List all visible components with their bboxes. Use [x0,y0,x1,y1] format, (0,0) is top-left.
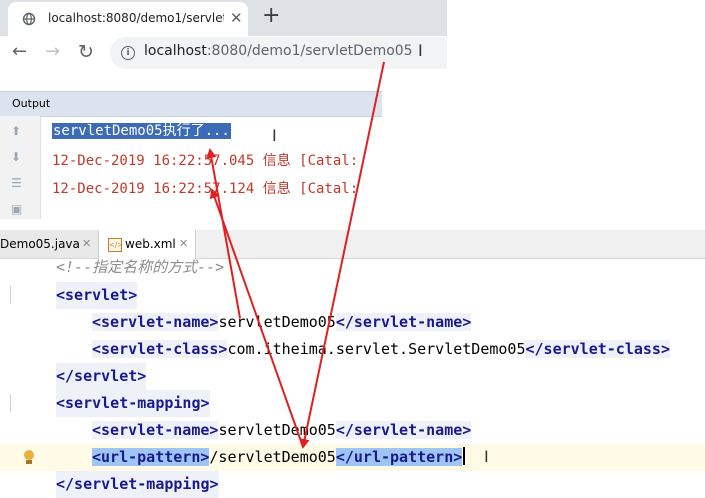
output-header: Output [0,91,382,117]
globe-icon [22,12,36,26]
code-line[interactable]: <servlet-class>com.itheima.servlet.Servl… [0,336,705,363]
text-cursor-icon: I [484,447,489,466]
reload-icon[interactable]: ↻ [78,42,94,62]
xml-tag: </servlet-name> [335,313,472,331]
output-panel: Output ⬆ ⬇ ☰ ▣ servletDemo05执行了... 12-De… [0,91,382,219]
xml-tag: </servlet> [56,363,147,390]
xml-tag: <url-pattern> [92,448,210,466]
new-tab-button[interactable]: + [262,5,280,27]
output-line-selected: servletDemo05执行了... [52,123,231,139]
xml-tag: <servlet-mapping> [56,390,210,417]
fold-marker[interactable] [10,394,19,412]
scroll-to-end-icon[interactable]: ▣ [11,202,22,216]
code-line[interactable]: <servlet-mapping> [0,390,705,417]
text-cursor-icon: I [272,126,277,145]
lightbulb-icon[interactable] [24,450,34,460]
address-bar[interactable]: i localhost:8080/demo1/servletDemo05 [110,37,447,69]
code-line[interactable]: <servlet-name>servletDemo05</servlet-nam… [0,417,705,444]
url-host: localhost [144,43,207,59]
xml-text: servletDemo05 [218,313,336,331]
xml-tag: </servlet-mapping> [56,471,219,498]
xml-comment: <!--指定名称的方式--> [56,258,225,276]
code-line[interactable]: <servlet-name>servletDemo05</servlet-nam… [0,309,705,336]
browser-tab-bar: localhost:8080/demo1/servletI ✕ + [0,0,447,36]
xml-tag: </url-pattern> [335,448,463,466]
output-title: Output [12,97,51,110]
soft-wrap-icon[interactable]: ☰ [11,176,22,190]
url-text[interactable]: localhost:8080/demo1/servletDemo05 [144,43,413,59]
xml-tag: <servlet-name> [92,313,219,331]
back-arrow-icon[interactable]: ← [12,42,27,62]
xml-tag: <servlet-name> [92,421,219,439]
code-line[interactable]: <servlet> [0,282,705,309]
output-line: 12-Dec-2019 16:22:57.045 信息 [Catal: [52,153,359,169]
browser-toolbar: ← → ↻ i localhost:8080/demo1/servletDemo… [0,36,447,72]
xml-tag: <servlet> [56,282,138,309]
xml-text: servletDemo05 [218,421,336,439]
xml-text: com.itheima.servlet.ServletDemo05 [227,340,526,358]
text-caret [463,447,466,465]
url-path: :8080/demo1/servletDemo05 [206,43,413,59]
text-cursor-icon: I [418,41,423,60]
info-icon[interactable]: i [121,46,135,60]
code-line[interactable]: <!--指定名称的方式--> [0,254,705,281]
lightbulb-base [26,460,32,464]
browser-window: localhost:8080/demo1/servletI ✕ + ← → ↻ … [0,0,447,72]
output-line: 12-Dec-2019 16:22:57.124 信息 [Catal: [52,181,359,197]
code-line[interactable]: </servlet> [0,363,705,390]
xml-file-icon: </> [108,238,123,252]
xml-tag: </servlet-name> [335,421,472,439]
xml-tag: <servlet-class> [92,340,228,358]
close-icon[interactable]: ✕ [230,10,243,26]
forward-arrow-icon[interactable]: → [45,42,60,62]
xml-tag: </servlet-class> [525,340,670,358]
code-line[interactable]: </servlet-mapping> [0,471,705,498]
xml-text: /servletDemo05 [209,448,336,466]
code-line-current[interactable]: <url-pattern>/servletDemo05</url-pattern… [0,444,705,471]
scroll-down-icon[interactable]: ⬇ [11,150,21,164]
browser-tab[interactable]: localhost:8080/demo1/servletI ✕ [8,2,248,36]
browser-tab-title: localhost:8080/demo1/servletI [48,11,224,25]
scroll-up-icon[interactable]: ⬆ [11,124,21,138]
output-line: servletDemo05执行了... [52,121,231,141]
fold-marker[interactable] [10,286,19,304]
output-toolbar: ⬆ ⬇ ☰ ▣ [0,116,41,219]
